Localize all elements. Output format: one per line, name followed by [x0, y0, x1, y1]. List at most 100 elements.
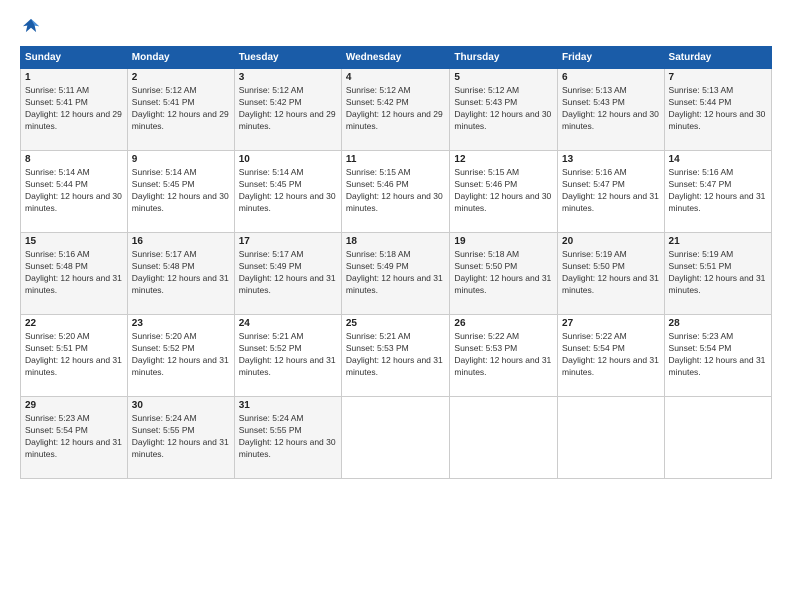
day-info: Sunrise: 5:18 AMSunset: 5:49 PMDaylight:…: [346, 249, 446, 297]
day-cell: 6Sunrise: 5:13 AMSunset: 5:43 PMDaylight…: [558, 69, 665, 151]
day-number: 8: [25, 154, 123, 165]
calendar-week-row: 1 Sunrise: 5:11 AMSunset: 5:41 PMDaylight…: [21, 69, 772, 151]
day-info: Sunrise: 5:13 AMSunset: 5:44 PMDaylight:…: [669, 85, 767, 133]
day-cell: 21Sunrise: 5:19 AMSunset: 5:51 PMDayligh…: [664, 233, 771, 315]
day-info: Sunrise: 5:12 AMSunset: 5:43 PMDaylight:…: [454, 85, 553, 133]
calendar-week-row: 8 Sunrise: 5:14 AMSunset: 5:44 PMDaylight…: [21, 151, 772, 233]
day-number: 17: [239, 236, 337, 247]
day-number: 20: [562, 236, 660, 247]
day-info: Sunrise: 5:14 AMSunset: 5:45 PMDaylight:…: [132, 167, 230, 215]
day-info: Sunrise: 5:12 AMSunset: 5:42 PMDaylight:…: [346, 85, 446, 133]
day-info: Sunrise: 5:24 AMSunset: 5:55 PMDaylight:…: [239, 413, 337, 461]
day-number: 7: [669, 72, 767, 83]
day-number: 30: [132, 400, 230, 411]
empty-day-cell: [558, 397, 665, 479]
day-cell: 20 Sunrise: 5:19 AMSunset: 5:50 PMDayligh…: [558, 233, 665, 315]
calendar-week-row: 29 Sunrise: 5:23 AMSunset: 5:54 PMDayligh…: [21, 397, 772, 479]
day-number: 14: [669, 154, 767, 165]
day-info: Sunrise: 5:19 AMSunset: 5:50 PMDaylight:…: [562, 249, 660, 297]
day-info: Sunrise: 5:18 AMSunset: 5:50 PMDaylight:…: [454, 249, 553, 297]
day-info: Sunrise: 5:23 AMSunset: 5:54 PMDaylight:…: [25, 413, 123, 461]
day-cell: 8 Sunrise: 5:14 AMSunset: 5:44 PMDaylight…: [21, 151, 128, 233]
day-info: Sunrise: 5:24 AMSunset: 5:55 PMDaylight:…: [132, 413, 230, 461]
day-number: 24: [239, 318, 337, 329]
logo: [20, 16, 44, 38]
calendar-header-tuesday: Tuesday: [234, 47, 341, 69]
day-info: Sunrise: 5:16 AMSunset: 5:47 PMDaylight:…: [669, 167, 767, 215]
day-number: 16: [132, 236, 230, 247]
day-cell: 31 Sunrise: 5:24 AMSunset: 5:55 PMDayligh…: [234, 397, 341, 479]
day-number: 19: [454, 236, 553, 247]
calendar-header-sunday: Sunday: [21, 47, 128, 69]
page: SundayMondayTuesdayWednesdayThursdayFrid…: [0, 0, 792, 612]
day-cell: 24 Sunrise: 5:21 AMSunset: 5:52 PMDayligh…: [234, 315, 341, 397]
day-info: Sunrise: 5:17 AMSunset: 5:49 PMDaylight:…: [239, 249, 337, 297]
day-cell: 9 Sunrise: 5:14 AMSunset: 5:45 PMDaylight…: [127, 151, 234, 233]
calendar-header-thursday: Thursday: [450, 47, 558, 69]
day-info: Sunrise: 5:13 AMSunset: 5:43 PMDaylight:…: [562, 85, 660, 133]
day-cell: 26 Sunrise: 5:22 AMSunset: 5:53 PMDayligh…: [450, 315, 558, 397]
day-cell: 27 Sunrise: 5:22 AMSunset: 5:54 PMDayligh…: [558, 315, 665, 397]
day-cell: 12Sunrise: 5:15 AMSunset: 5:46 PMDayligh…: [450, 151, 558, 233]
calendar-header-row: SundayMondayTuesdayWednesdayThursdayFrid…: [21, 47, 772, 69]
day-number: 15: [25, 236, 123, 247]
day-number: 21: [669, 236, 767, 247]
day-info: Sunrise: 5:16 AMSunset: 5:48 PMDaylight:…: [25, 249, 123, 297]
day-info: Sunrise: 5:21 AMSunset: 5:53 PMDaylight:…: [346, 331, 446, 379]
logo-icon: [20, 16, 42, 38]
day-number: 28: [669, 318, 767, 329]
day-cell: 28Sunrise: 5:23 AMSunset: 5:54 PMDayligh…: [664, 315, 771, 397]
day-info: Sunrise: 5:21 AMSunset: 5:52 PMDaylight:…: [239, 331, 337, 379]
day-number: 26: [454, 318, 553, 329]
day-number: 31: [239, 400, 337, 411]
day-number: 13: [562, 154, 660, 165]
header: [20, 16, 772, 38]
empty-day-cell: [664, 397, 771, 479]
day-info: Sunrise: 5:22 AMSunset: 5:53 PMDaylight:…: [454, 331, 553, 379]
day-info: Sunrise: 5:12 AMSunset: 5:41 PMDaylight:…: [132, 85, 230, 133]
calendar-week-row: 22 Sunrise: 5:20 AMSunset: 5:51 PMDayligh…: [21, 315, 772, 397]
day-number: 11: [346, 154, 446, 165]
day-cell: 11Sunrise: 5:15 AMSunset: 5:46 PMDayligh…: [341, 151, 450, 233]
calendar-header-wednesday: Wednesday: [341, 47, 450, 69]
calendar-header-monday: Monday: [127, 47, 234, 69]
calendar-table: SundayMondayTuesdayWednesdayThursdayFrid…: [20, 46, 772, 479]
day-cell: 30 Sunrise: 5:24 AMSunset: 5:55 PMDayligh…: [127, 397, 234, 479]
day-cell: 29 Sunrise: 5:23 AMSunset: 5:54 PMDayligh…: [21, 397, 128, 479]
day-info: Sunrise: 5:14 AMSunset: 5:44 PMDaylight:…: [25, 167, 123, 215]
day-number: 22: [25, 318, 123, 329]
day-info: Sunrise: 5:11 AMSunset: 5:41 PMDaylight:…: [25, 85, 123, 133]
day-cell: 2 Sunrise: 5:12 AMSunset: 5:41 PMDaylight…: [127, 69, 234, 151]
calendar-header-friday: Friday: [558, 47, 665, 69]
day-cell: 25Sunrise: 5:21 AMSunset: 5:53 PMDayligh…: [341, 315, 450, 397]
day-number: 1: [25, 72, 123, 83]
day-info: Sunrise: 5:20 AMSunset: 5:52 PMDaylight:…: [132, 331, 230, 379]
day-cell: 22 Sunrise: 5:20 AMSunset: 5:51 PMDayligh…: [21, 315, 128, 397]
day-cell: 15 Sunrise: 5:16 AMSunset: 5:48 PMDayligh…: [21, 233, 128, 315]
day-cell: 23Sunrise: 5:20 AMSunset: 5:52 PMDayligh…: [127, 315, 234, 397]
day-number: 2: [132, 72, 230, 83]
day-info: Sunrise: 5:20 AMSunset: 5:51 PMDaylight:…: [25, 331, 123, 379]
day-number: 9: [132, 154, 230, 165]
day-cell: 4 Sunrise: 5:12 AMSunset: 5:42 PMDaylight…: [341, 69, 450, 151]
day-cell: 5 Sunrise: 5:12 AMSunset: 5:43 PMDaylight…: [450, 69, 558, 151]
day-cell: 3 Sunrise: 5:12 AMSunset: 5:42 PMDaylight…: [234, 69, 341, 151]
day-number: 5: [454, 72, 553, 83]
day-cell: 18Sunrise: 5:18 AMSunset: 5:49 PMDayligh…: [341, 233, 450, 315]
day-cell: 10Sunrise: 5:14 AMSunset: 5:45 PMDayligh…: [234, 151, 341, 233]
day-cell: 17 Sunrise: 5:17 AMSunset: 5:49 PMDayligh…: [234, 233, 341, 315]
day-cell: 14 Sunrise: 5:16 AMSunset: 5:47 PMDayligh…: [664, 151, 771, 233]
day-number: 4: [346, 72, 446, 83]
day-number: 29: [25, 400, 123, 411]
day-cell: 7 Sunrise: 5:13 AMSunset: 5:44 PMDaylight…: [664, 69, 771, 151]
day-number: 12: [454, 154, 553, 165]
empty-day-cell: [341, 397, 450, 479]
day-cell: 13Sunrise: 5:16 AMSunset: 5:47 PMDayligh…: [558, 151, 665, 233]
day-info: Sunrise: 5:22 AMSunset: 5:54 PMDaylight:…: [562, 331, 660, 379]
day-number: 27: [562, 318, 660, 329]
day-number: 3: [239, 72, 337, 83]
empty-day-cell: [450, 397, 558, 479]
day-info: Sunrise: 5:17 AMSunset: 5:48 PMDaylight:…: [132, 249, 230, 297]
day-cell: 16 Sunrise: 5:17 AMSunset: 5:48 PMDayligh…: [127, 233, 234, 315]
day-info: Sunrise: 5:12 AMSunset: 5:42 PMDaylight:…: [239, 85, 337, 133]
